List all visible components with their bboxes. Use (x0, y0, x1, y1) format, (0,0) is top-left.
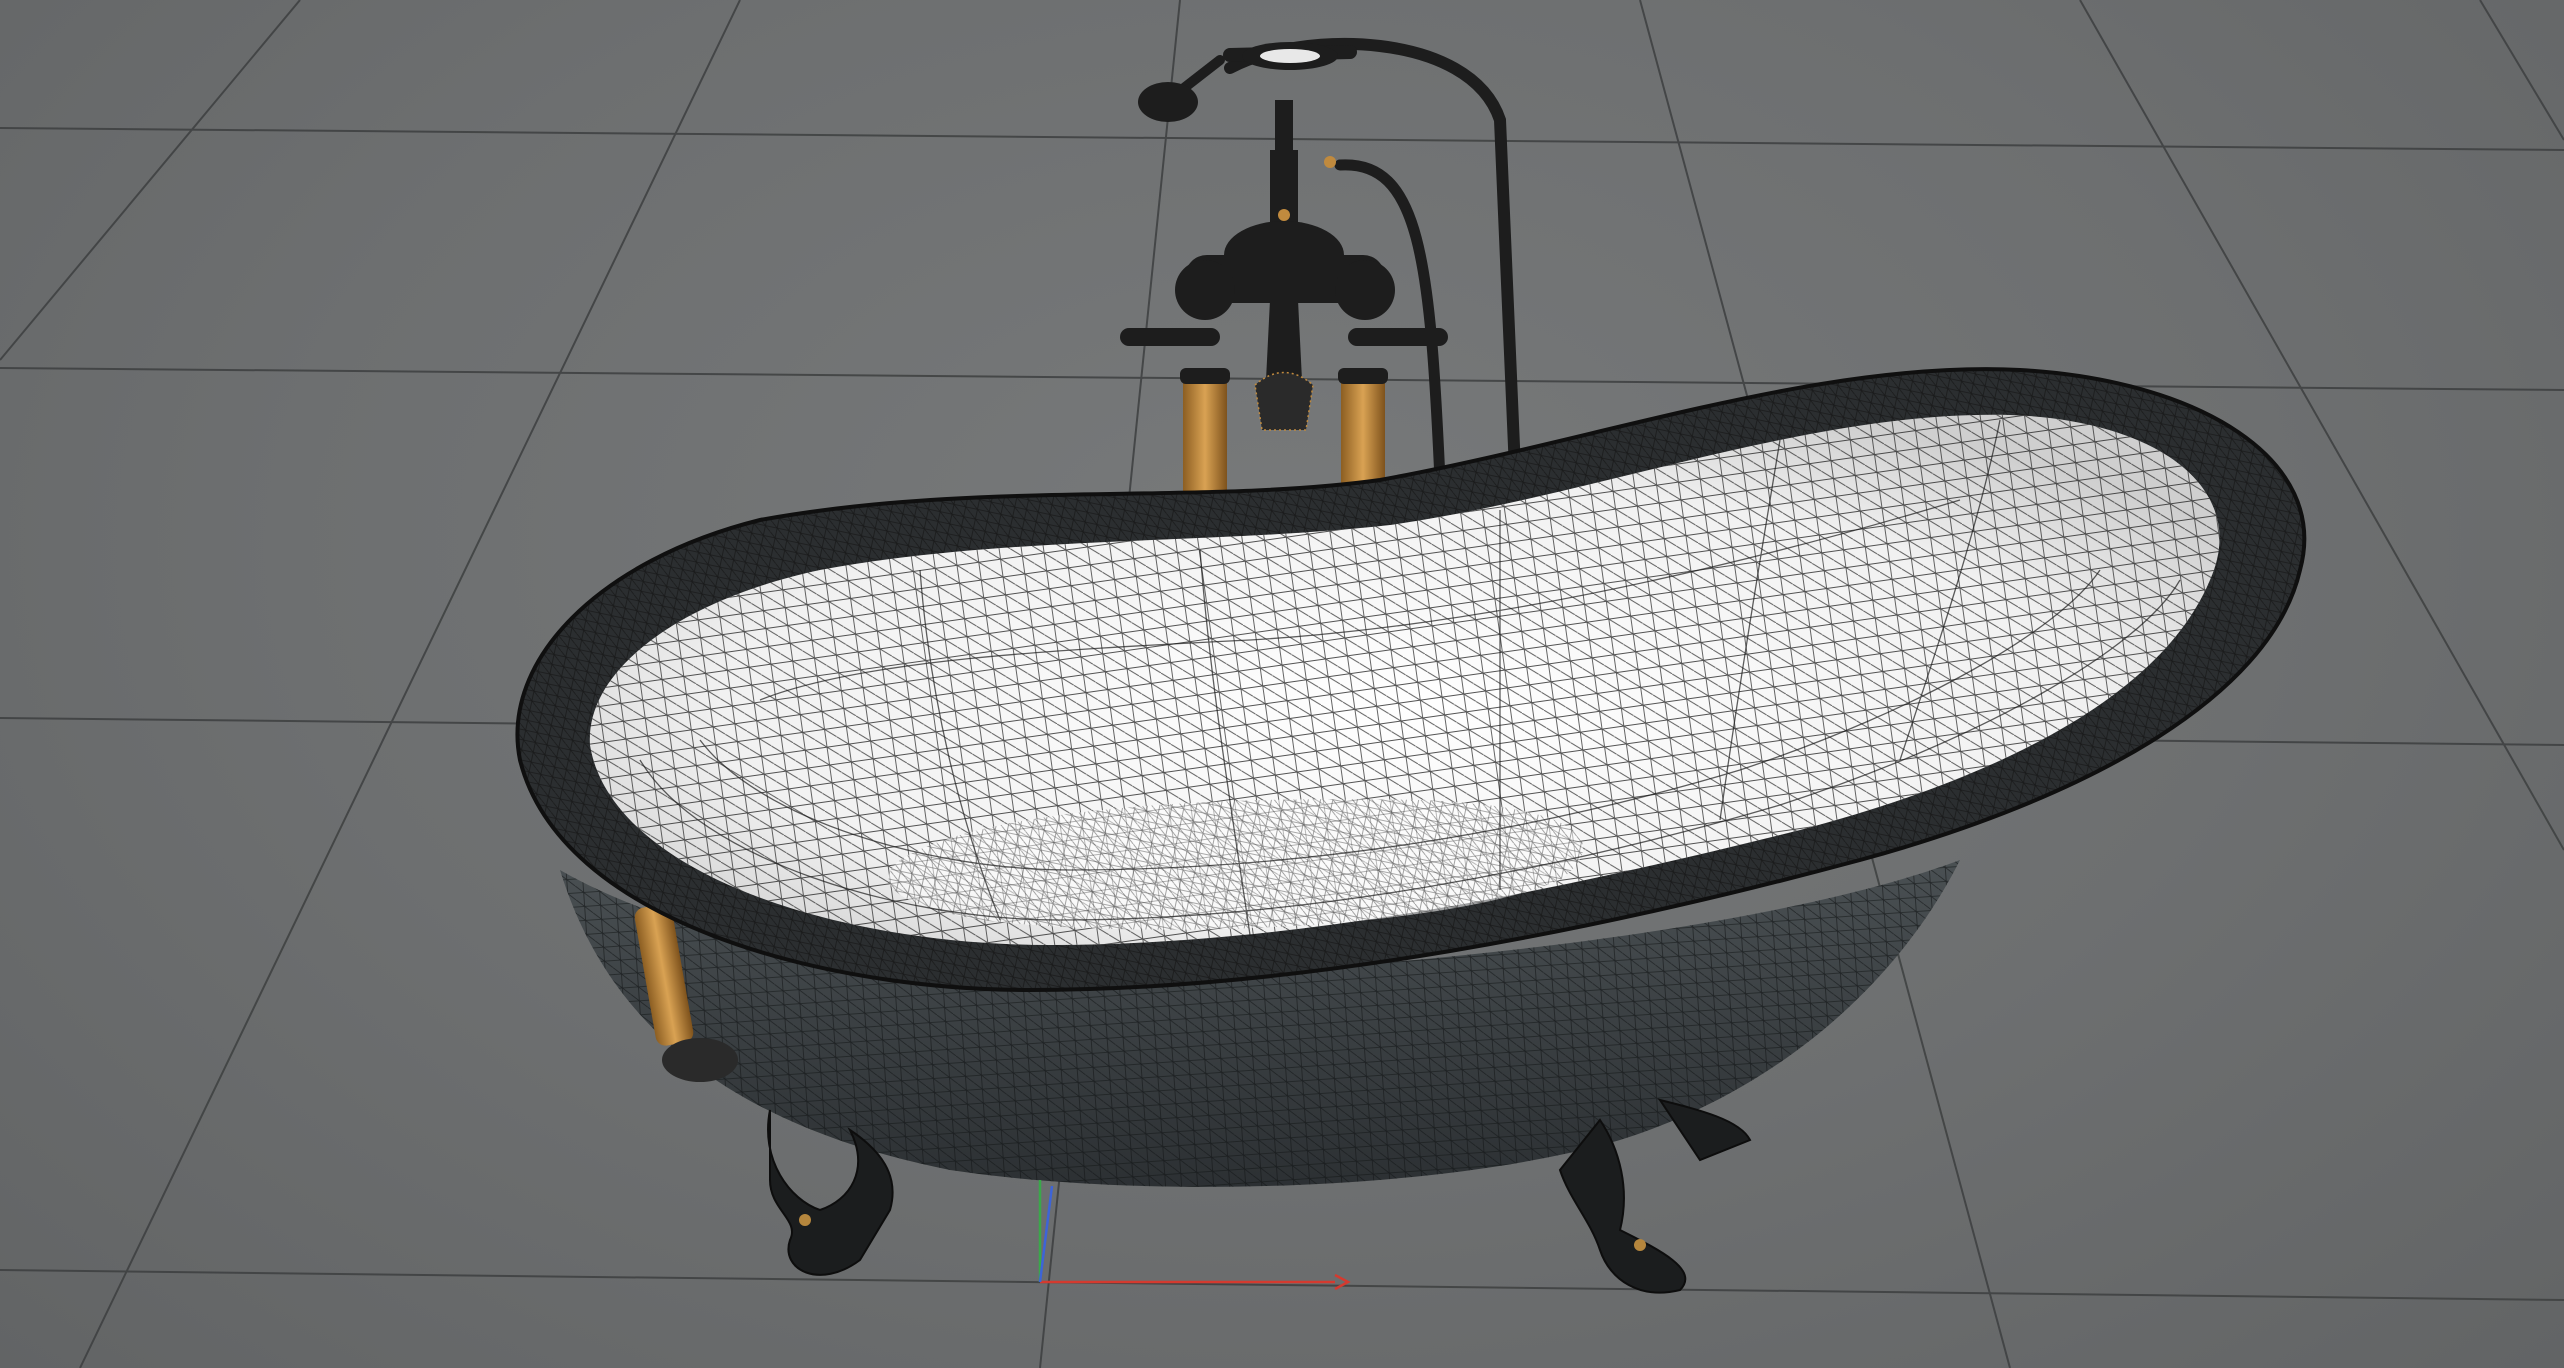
tub-filler-faucet[interactable] (1120, 100, 1448, 505)
3d-viewport[interactable]: clawfoot-bathtub wireframe-on-shaded (0, 0, 2564, 1368)
axis-gizmo (1038, 1180, 1351, 1291)
viewport-canvas[interactable] (0, 0, 2564, 1368)
